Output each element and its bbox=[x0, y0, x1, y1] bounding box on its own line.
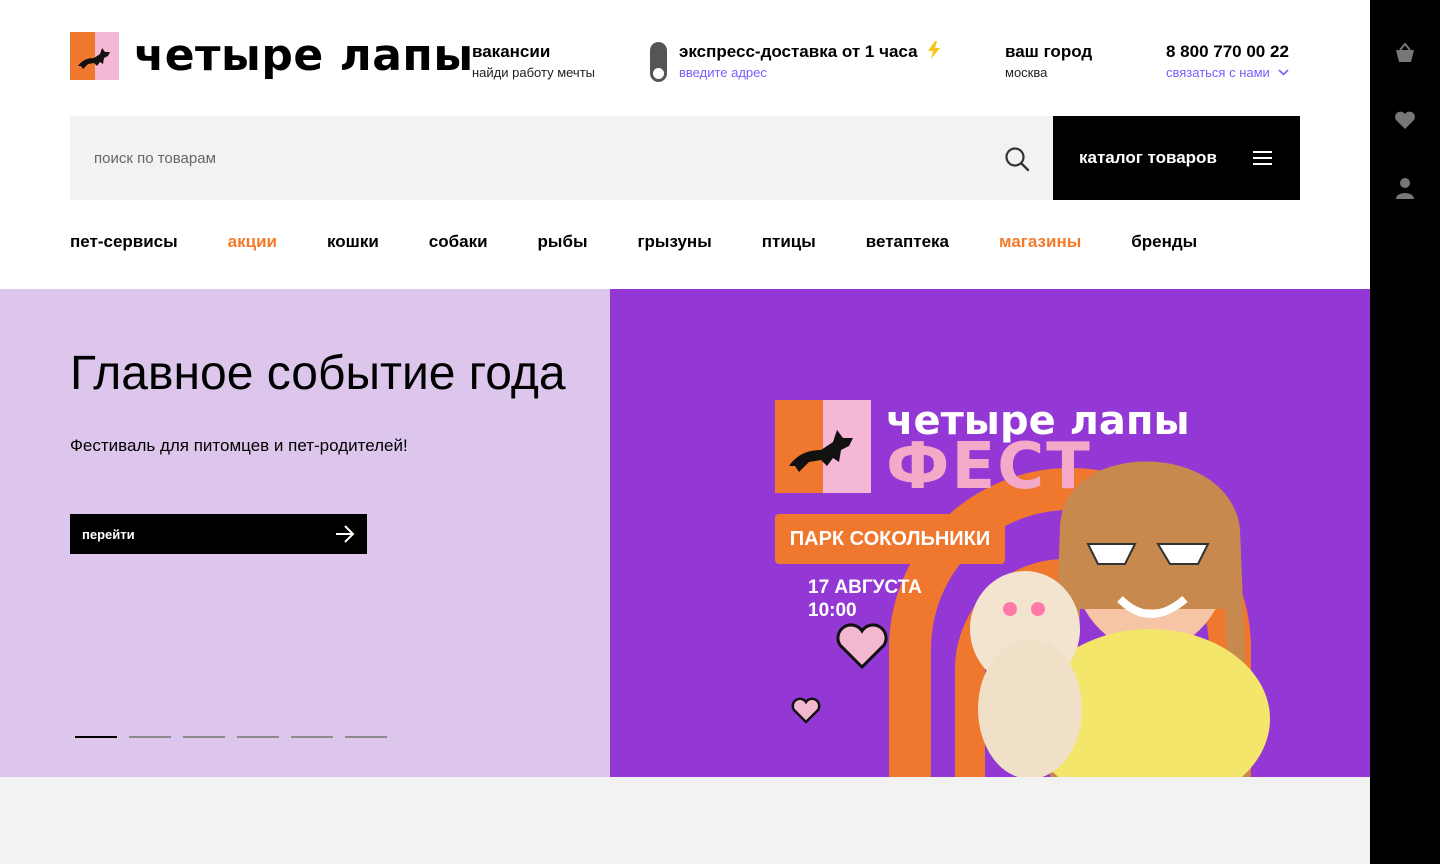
phone-number[interactable]: 8 800 770 00 22 bbox=[1166, 41, 1289, 63]
nav-item-promotions[interactable]: акции bbox=[228, 231, 277, 253]
menu-icon bbox=[1253, 151, 1272, 165]
banner-date-time: 10:00 bbox=[808, 600, 857, 621]
vacancies-title[interactable]: вакансии bbox=[472, 41, 595, 63]
page: четыре лапы вакансии найди работу мечты … bbox=[0, 0, 1370, 864]
delivery-title: экспресс-доставка от 1 часа bbox=[679, 41, 942, 63]
city-title[interactable]: ваш город bbox=[1005, 41, 1092, 63]
delivery-toggle[interactable] bbox=[650, 42, 667, 82]
delivery-block: экспресс-доставка от 1 часа введите адре… bbox=[679, 41, 942, 83]
hero-cta-button[interactable]: перейти bbox=[70, 514, 367, 554]
nav-item-fish[interactable]: рыбы bbox=[538, 231, 588, 253]
right-sidebar bbox=[1370, 0, 1440, 864]
hero-title: Главное событие года bbox=[70, 347, 566, 400]
contact-us-link[interactable]: связаться с нами bbox=[1166, 63, 1290, 83]
banner-date: 17 АВГУСТА 10:00 bbox=[808, 576, 922, 622]
search-input[interactable] bbox=[70, 116, 990, 200]
hero-subtitle: Фестиваль для питомцев и пет-родителей! bbox=[70, 436, 408, 455]
city-value[interactable]: москва bbox=[1005, 63, 1092, 83]
carousel-dot[interactable] bbox=[345, 736, 387, 738]
nav-item-pet-services[interactable]: пет-сервисы bbox=[70, 231, 178, 253]
contact-block: 8 800 770 00 22 связаться с нами bbox=[1166, 41, 1290, 83]
vacancies-subtitle: найди работу мечты bbox=[472, 65, 595, 80]
arrow-right-icon bbox=[336, 525, 355, 543]
catalog-label: каталог товаров bbox=[1079, 148, 1217, 167]
banner-dog-logo-icon bbox=[775, 400, 871, 493]
vacancies-block[interactable]: вакансии найди работу мечты bbox=[472, 41, 595, 83]
chevron-down-icon bbox=[1278, 69, 1290, 76]
carousel-dot[interactable] bbox=[291, 736, 333, 738]
carousel-dot[interactable] bbox=[75, 736, 117, 738]
city-block[interactable]: ваш город москва bbox=[1005, 41, 1092, 83]
nav-item-birds[interactable]: птицы bbox=[762, 231, 816, 253]
content-area bbox=[0, 777, 1370, 864]
enter-address-link[interactable]: введите адрес bbox=[679, 63, 942, 83]
carousel-dots bbox=[75, 736, 399, 738]
carousel-dot[interactable] bbox=[129, 736, 171, 738]
banner-place: ПАРК СОКОЛЬНИКИ bbox=[775, 514, 1005, 564]
carousel-dot[interactable] bbox=[183, 736, 225, 738]
nav-item-stores[interactable]: магазины bbox=[999, 231, 1081, 253]
dog-logo-icon bbox=[70, 32, 119, 80]
heart-sticker-icon bbox=[791, 697, 821, 724]
lightning-icon bbox=[928, 41, 941, 59]
hero-carousel: перейти Фестиваль для питомцев и пет-род… bbox=[0, 289, 1370, 777]
banner-date-day: 17 АВГУСТА bbox=[808, 577, 922, 598]
search-icon[interactable] bbox=[1004, 146, 1030, 172]
banner-fest-text: ФЕСТ bbox=[886, 430, 1092, 504]
nav-item-rodents[interactable]: грызуны bbox=[637, 231, 711, 253]
hero-cta-label: перейти bbox=[82, 526, 135, 542]
hero-banner-image[interactable]: четыре лапы ФЕСТ ПАРК СОКОЛЬНИКИ 17 АВГУ… bbox=[610, 289, 1370, 777]
catalog-button[interactable]: каталог товаров bbox=[1053, 116, 1300, 200]
nav-item-dogs[interactable]: собаки bbox=[429, 231, 488, 253]
main-nav: пет-сервисы акции кошки собаки рыбы грыз… bbox=[70, 231, 1247, 253]
cart-icon[interactable] bbox=[1392, 40, 1418, 66]
nav-item-cats[interactable]: кошки bbox=[327, 231, 379, 253]
heart-icon[interactable] bbox=[1392, 107, 1418, 133]
nav-item-pharmacy[interactable]: ветаптека bbox=[866, 231, 949, 253]
nav-item-brands[interactable]: бренды bbox=[1131, 231, 1197, 253]
site-logo[interactable]: четыре лапы bbox=[70, 32, 474, 80]
user-icon[interactable] bbox=[1392, 175, 1418, 201]
search-bar bbox=[70, 116, 1053, 200]
heart-sticker-icon bbox=[836, 623, 888, 670]
logo-text: четыре лапы bbox=[134, 30, 474, 81]
carousel-dot[interactable] bbox=[237, 736, 279, 738]
